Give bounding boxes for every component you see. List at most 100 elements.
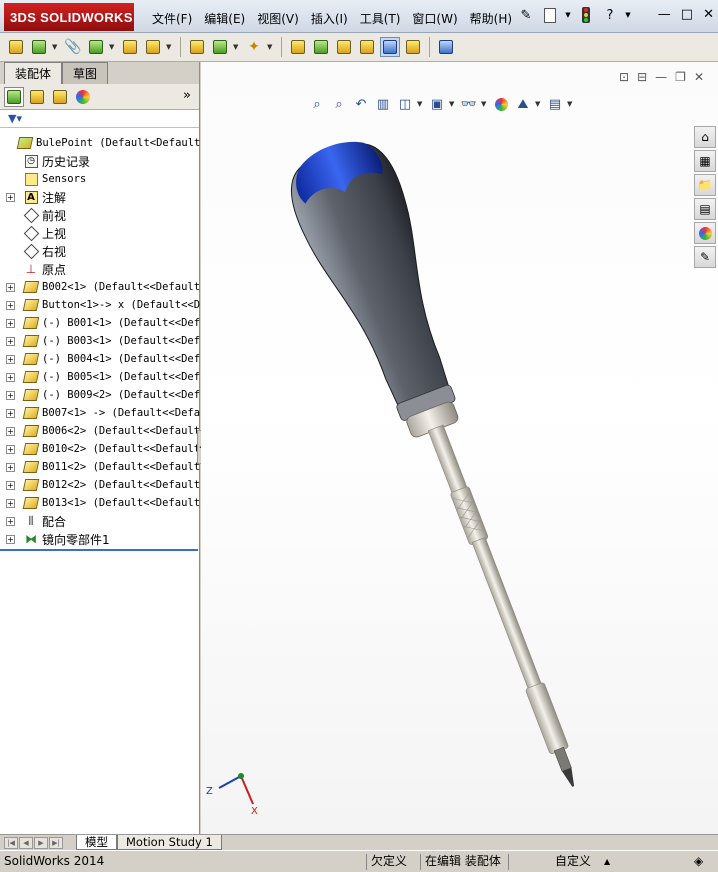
property-manager-tab-icon[interactable] [27, 87, 47, 107]
tree-item[interactable]: + B011<2> (Default<<Default> [0, 458, 200, 476]
tree-item[interactable]: BulePoint (Default<Default_D [0, 134, 200, 152]
custom-properties-icon[interactable]: ✎ [694, 246, 716, 268]
exploded-view-icon[interactable] [357, 37, 377, 57]
chevron-down-icon[interactable]: ▼ [166, 43, 174, 51]
screwdriver-model[interactable]: Z X [201, 62, 718, 834]
expand-toggle-icon[interactable]: + [6, 300, 15, 310]
design-library-icon[interactable]: ▦ [694, 150, 716, 172]
expand-toggle-icon[interactable]: + [6, 336, 15, 346]
chevron-down-icon[interactable]: ▼ [624, 5, 632, 25]
expand-toggle-icon[interactable]: + [6, 516, 15, 526]
help-icon[interactable]: ? [600, 5, 620, 25]
pin-icon[interactable]: ✎ [516, 5, 536, 25]
insert-component-icon[interactable] [6, 37, 26, 57]
expand-toggle-icon[interactable]: + [6, 372, 15, 382]
graphics-area[interactable]: ⌕ ⌕ ↶ ▥ ◫ ▼ ▣ ▼ 👓 ▼ ⛰ ▼ ▤ ▼ ⊡ ⊟ — ❐ ✕ Z … [201, 62, 718, 834]
new-part-icon[interactable] [29, 37, 49, 57]
next-tab-icon[interactable]: ▶ [34, 836, 48, 849]
tree-item[interactable]: + (-) B004<1> (Default<<Defa [0, 350, 200, 368]
tree-item[interactable]: + B013<1> (Default<<Default> [0, 494, 200, 512]
expand-toggle-icon[interactable]: + [6, 408, 15, 418]
tree-item[interactable]: 右视 [0, 242, 200, 260]
tree-item[interactable]: 前视 [0, 206, 200, 224]
tree-item[interactable]: + B002<1> (Default<<Default> [0, 278, 200, 296]
chevron-down-icon[interactable]: ▼ [109, 43, 117, 51]
menu-file[interactable]: 文件(F) [146, 8, 198, 29]
tree-item[interactable]: Sensors [0, 170, 200, 188]
solidworks-logo[interactable]: 3DS SOLIDWORKS [4, 3, 134, 31]
linear-pattern-icon[interactable] [120, 37, 140, 57]
new-motion-study-icon[interactable] [311, 37, 331, 57]
traffic-light-icon[interactable] [576, 5, 596, 25]
expand-toggle-icon[interactable]: + [6, 192, 15, 202]
bill-of-materials-icon[interactable] [334, 37, 354, 57]
chevron-down-icon[interactable]: ▼ [564, 5, 572, 25]
expand-toggle-icon[interactable]: + [6, 498, 15, 508]
menu-edit[interactable]: 编辑(E) [198, 8, 251, 29]
tag-icon[interactable]: ◈ [694, 854, 703, 870]
expand-toggle-icon[interactable]: + [6, 480, 15, 490]
assembly-features-icon[interactable]: ✦ [244, 37, 264, 57]
new-document-icon[interactable] [540, 5, 560, 25]
tree-item[interactable]: + B007<1> -> (Default<<Defau [0, 404, 200, 422]
chevron-down-icon[interactable]: ▼ [52, 43, 60, 51]
tree-item[interactable]: + (-) B009<2> (Default<<Defa [0, 386, 200, 404]
instant3d-icon[interactable] [436, 37, 456, 57]
expand-toggle-icon[interactable]: + [6, 444, 15, 454]
expand-toggle-icon[interactable]: + [6, 354, 15, 364]
tree-item[interactable]: + ⧓ 镜向零部件1 [0, 530, 200, 548]
solidworks-resources-icon[interactable]: ⌂ [694, 126, 716, 148]
display-manager-tab-icon[interactable] [73, 87, 93, 107]
tree-item[interactable]: + ⫴ 配合 [0, 512, 200, 530]
paperclip-icon[interactable]: 📎 [63, 37, 83, 57]
smart-fasteners-icon[interactable] [143, 37, 163, 57]
explode-line-sketch-icon[interactable] [380, 37, 400, 57]
expand-toggle-icon[interactable]: + [6, 426, 15, 436]
tree-item[interactable]: + (-) B001<1> (Default<<Defa [0, 314, 200, 332]
file-explorer-icon[interactable]: 📁 [694, 174, 716, 196]
expand-toggle-icon[interactable]: + [6, 318, 15, 328]
tree-item[interactable]: + B012<2> (Default<<Default> [0, 476, 200, 494]
chevron-down-icon[interactable]: ▼ [233, 43, 241, 51]
menu-insert[interactable]: 插入(I) [305, 8, 354, 29]
double-chevron-right-icon[interactable]: » [183, 88, 191, 103]
feature-manager-tab-icon[interactable] [4, 86, 24, 107]
expand-toggle-icon[interactable]: + [6, 390, 15, 400]
tree-item[interactable]: ⊥ 原点 [0, 260, 200, 278]
tree-item[interactable]: + Button<1>-> x (Default<<De [0, 296, 200, 314]
tree-item[interactable]: + A 注解 [0, 188, 200, 206]
tab-assembly[interactable]: 装配体 [4, 62, 63, 84]
show-hidden-icon[interactable] [210, 37, 230, 57]
configuration-manager-tab-icon[interactable] [50, 87, 70, 107]
move-component-icon[interactable] [187, 37, 207, 57]
close-button[interactable]: ✕ [703, 7, 714, 22]
menu-help[interactable]: 帮助(H) [464, 8, 518, 29]
filter-icon[interactable]: ▼▾ [8, 112, 22, 125]
expand-toggle-icon[interactable]: + [6, 462, 15, 472]
tree-item[interactable]: ◷ 历史记录 [0, 152, 200, 170]
tree-item[interactable]: 上视 [0, 224, 200, 242]
tab-sketch[interactable]: 草图 [62, 62, 109, 84]
menu-view[interactable]: 视图(V) [251, 8, 305, 29]
chevron-up-icon[interactable]: ▲ [604, 854, 610, 870]
last-tab-icon[interactable]: ▶| [49, 836, 63, 849]
reference-geometry-icon[interactable] [288, 37, 308, 57]
prev-tab-icon[interactable]: ◀ [19, 836, 33, 849]
chevron-down-icon[interactable]: ▼ [267, 43, 275, 51]
menu-tools[interactable]: 工具(T) [354, 8, 407, 29]
minimize-button[interactable]: — [658, 7, 671, 22]
tab-model[interactable]: 模型 [76, 835, 117, 850]
tree-filter[interactable]: ▼▾ [0, 110, 199, 128]
maximize-button[interactable]: □ [681, 7, 693, 22]
expand-toggle-icon[interactable]: + [6, 282, 15, 292]
interference-detection-icon[interactable] [403, 37, 423, 57]
tab-motion-study[interactable]: Motion Study 1 [117, 835, 222, 850]
appearances-scenes-icon[interactable] [694, 222, 716, 244]
expand-toggle-icon[interactable]: + [6, 534, 15, 544]
menu-window[interactable]: 窗口(W) [406, 8, 463, 29]
tree-item[interactable]: + (-) B005<1> (Default<<Defa [0, 368, 200, 386]
view-palette-icon[interactable]: ▤ [694, 198, 716, 220]
tree-item[interactable]: + (-) B003<1> (Default<<Defa [0, 332, 200, 350]
status-units[interactable]: 自定义 [508, 854, 598, 870]
tree-rollback-bar[interactable] [0, 549, 198, 551]
